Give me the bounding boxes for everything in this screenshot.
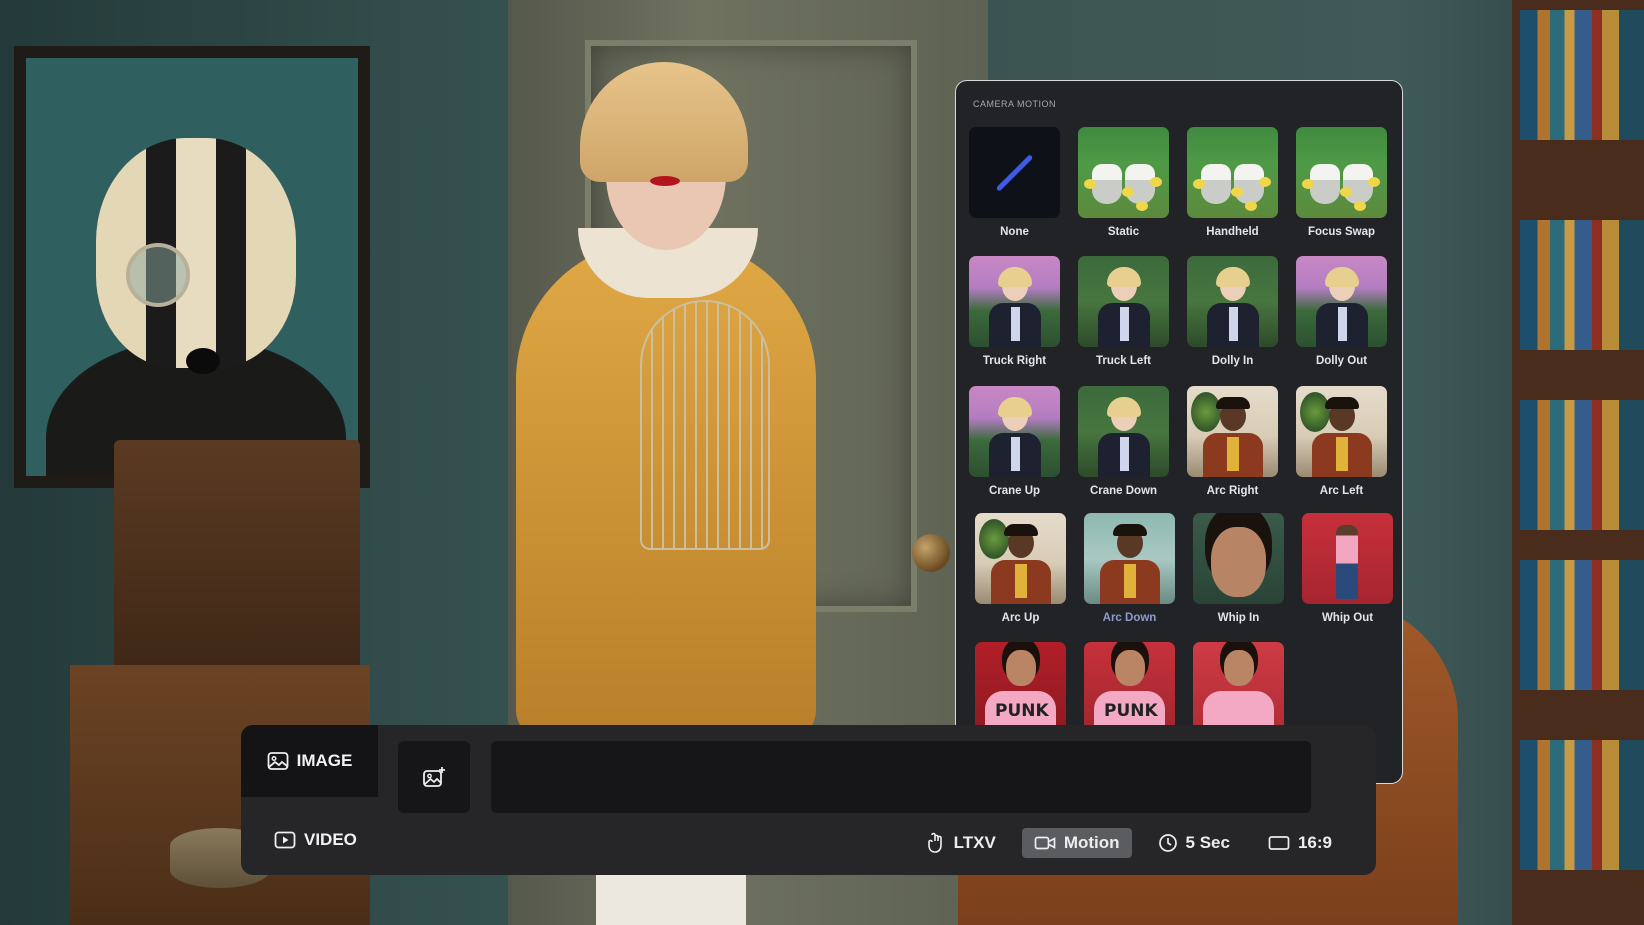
motion-thumbnail	[1296, 127, 1387, 218]
add-image-button[interactable]	[398, 741, 470, 813]
motion-option-label: Arc Down	[1102, 612, 1157, 624]
bookshelf-row	[1520, 400, 1644, 530]
motion-option-label: Crane Up	[988, 485, 1041, 497]
motion-thumbnail	[969, 127, 1060, 218]
image-add-icon	[422, 766, 446, 788]
motion-option-label: Dolly In	[1211, 355, 1254, 367]
motion-option-arc-right[interactable]: Arc Right	[1178, 386, 1287, 499]
clock-icon	[1158, 833, 1178, 853]
motion-button[interactable]: Motion	[1021, 828, 1132, 858]
motion-option-whip-in[interactable]: Whip In	[1184, 513, 1293, 626]
motion-option-none[interactable]: None	[960, 127, 1069, 240]
woman-legs	[596, 870, 746, 925]
bookshelf-row	[1520, 10, 1644, 140]
motion-thumbnail	[1296, 386, 1387, 477]
bookshelf-row	[1520, 740, 1644, 870]
motion-option-label: None	[1000, 226, 1029, 238]
video-mode-tab[interactable]: VIDEO	[274, 830, 357, 850]
image-mode-tab[interactable]: IMAGE	[241, 725, 378, 797]
motion-thumbnail	[975, 642, 1066, 733]
motion-option-arc-left[interactable]: Arc Left	[1287, 386, 1396, 499]
prompt-input[interactable]	[491, 741, 1311, 813]
badger-poster	[14, 46, 370, 488]
motion-option-label: Dolly Out	[1315, 355, 1368, 367]
duration-label: 5 Sec	[1185, 833, 1230, 852]
motion-thumbnail	[1296, 256, 1387, 347]
doorknob	[912, 534, 950, 572]
motion-option-arc-up[interactable]: Arc Up	[966, 513, 1075, 626]
motion-option-whip-out[interactable]: Whip Out	[1293, 513, 1402, 626]
motion-thumbnail	[1193, 642, 1284, 733]
video-mode-label: VIDEO	[304, 830, 357, 849]
model-icon	[926, 832, 946, 854]
motion-thumbnail	[1193, 513, 1284, 604]
motion-option-truck-left[interactable]: Truck Left	[1069, 256, 1178, 369]
motion-option-label: Truck Left	[1096, 355, 1151, 367]
motion-option-label: Arc Left	[1319, 485, 1364, 497]
image-mode-label: IMAGE	[296, 751, 353, 770]
motion-option-label: Whip In	[1217, 612, 1260, 624]
motion-thumbnail	[1084, 513, 1175, 604]
motion-thumbnail	[1187, 386, 1278, 477]
panel-title: CAMERA MOTION	[973, 99, 1057, 109]
woman-lips	[650, 176, 680, 186]
generation-controls: LTXV Motion 5 Sec 16:9	[914, 827, 1344, 859]
motion-option-arc-down[interactable]: Arc Down	[1075, 513, 1184, 626]
bookshelf-row	[1520, 220, 1644, 350]
motion-thumbnail	[1187, 256, 1278, 347]
motion-option-label: Truck Right	[982, 355, 1047, 367]
motion-option-static[interactable]: Static	[1069, 127, 1178, 240]
bookshelf-row	[1520, 560, 1644, 690]
birdcage	[640, 300, 770, 550]
camera-icon	[1034, 835, 1056, 851]
motion-thumbnail	[1187, 127, 1278, 218]
motion-thumbnail	[1302, 513, 1393, 604]
motion-thumbnail	[1078, 127, 1169, 218]
motion-option-label: Handheld	[1206, 226, 1259, 238]
motion-option-label: Crane Down	[1089, 485, 1158, 497]
motion-option-crane-up[interactable]: Crane Up	[960, 386, 1069, 499]
motion-option-label: Arc Right	[1206, 485, 1259, 497]
motion-option-label: Static	[1107, 226, 1140, 238]
aspect-ratio-selector[interactable]: 16:9	[1256, 828, 1344, 858]
aspect-icon	[1268, 835, 1290, 851]
model-label: LTXV	[953, 833, 996, 852]
video-icon	[274, 831, 296, 849]
motion-thumbnail	[1078, 386, 1169, 477]
motion-option-truck-right[interactable]: Truck Right	[960, 256, 1069, 369]
motion-option-dolly-out[interactable]: Dolly Out	[1287, 256, 1396, 369]
motion-option-dolly-in[interactable]: Dolly In	[1178, 256, 1287, 369]
motion-option-crane-down[interactable]: Crane Down	[1069, 386, 1178, 499]
motion-thumbnail	[1084, 642, 1175, 733]
motion-option-handheld[interactable]: Handheld	[1178, 127, 1287, 240]
model-selector[interactable]: LTXV	[914, 827, 1008, 859]
motion-option-label: Arc Up	[1001, 612, 1040, 624]
motion-thumbnail	[969, 256, 1060, 347]
record-player	[114, 440, 360, 680]
motion-thumbnail	[975, 513, 1066, 604]
aspect-label: 16:9	[1297, 833, 1332, 852]
motion-option-label: Focus Swap	[1307, 226, 1376, 238]
duration-selector[interactable]: 5 Sec	[1146, 828, 1242, 858]
motion-option-label: Whip Out	[1321, 612, 1374, 624]
motion-thumbnail	[1078, 256, 1169, 347]
motion-thumbnail	[969, 386, 1060, 477]
motion-label: Motion	[1063, 833, 1120, 852]
motion-option-focus-swap[interactable]: Focus Swap	[1287, 127, 1396, 240]
camera-motion-panel: CAMERA MOTION None Static Handheld Focus Sw…	[955, 80, 1403, 784]
prompt-bar: IMAGE VIDEO LTXV Motion 5 Sec 16:9	[241, 725, 1376, 875]
image-icon	[267, 751, 289, 771]
